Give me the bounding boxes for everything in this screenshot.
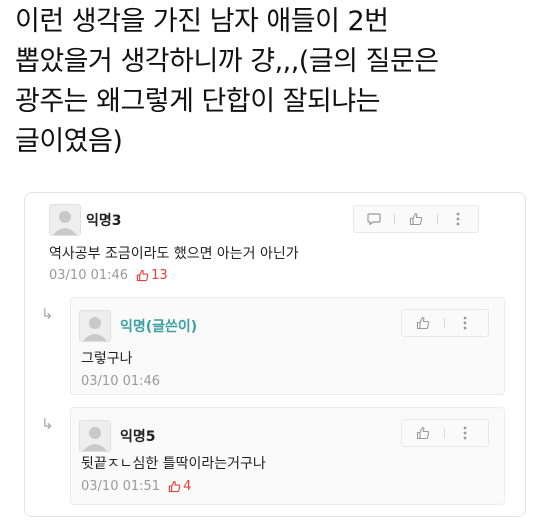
reply-arrow-icon: ↳	[41, 415, 54, 433]
thumbs-up-icon	[416, 426, 430, 440]
thumbs-up-icon	[416, 316, 430, 330]
thumbs-up-icon	[136, 269, 149, 282]
reply-author[interactable]: 익명(글쓴이)	[120, 316, 197, 336]
avatar-icon	[80, 421, 110, 451]
thumbs-up-icon	[168, 480, 181, 493]
comment-card: 익명3 역사공부 조금이라도 했으면 아는거 아닌가 03/10 01:46 1…	[24, 192, 526, 517]
avatar-icon	[50, 205, 80, 235]
reply-time: 03/10 01:51	[81, 479, 161, 494]
more-vertical-icon	[463, 426, 467, 440]
comment-text: 역사공부 조금이라도 했으면 아는거 아닌가	[49, 246, 299, 262]
reply-arrow-icon: ↳	[41, 305, 54, 323]
reply: 익명(글쓴이) 그렇구나 03/10 01:46	[70, 297, 505, 395]
post-line: 글이였음)	[15, 126, 123, 157]
comment-icon	[367, 213, 381, 225]
comment-actions	[353, 205, 479, 233]
like-button[interactable]	[402, 420, 444, 446]
post-line: 뽑았을거 생각하니까 걍,,,(글의 질문은	[15, 46, 439, 77]
like-count: 4	[168, 479, 191, 494]
comment-author[interactable]: 익명3	[86, 210, 122, 230]
reply-text: 뒷끝ㅈㄴ심한 틀딱이라는거구나	[81, 456, 266, 472]
thumbs-up-icon	[409, 212, 423, 226]
more-button[interactable]	[438, 206, 478, 232]
post-text: 이런 생각을 가진 남자 애들이 2번 뽑았을거 생각하니까 걍,,,(글의 질…	[15, 2, 530, 162]
reply-text: 그렇구나	[81, 351, 133, 367]
more-vertical-icon	[456, 212, 460, 226]
like-count: 13	[136, 268, 168, 283]
reply-actions	[401, 419, 489, 447]
avatar	[79, 420, 111, 452]
avatar	[49, 204, 81, 236]
post-line: 이런 생각을 가진 남자 애들이 2번	[15, 6, 389, 37]
reply-meta: 03/10 01:46	[81, 374, 160, 389]
avatar	[79, 310, 111, 342]
like-button[interactable]	[395, 206, 437, 232]
reply-button[interactable]	[354, 206, 394, 232]
like-count-value: 4	[183, 479, 192, 494]
more-vertical-icon	[463, 316, 467, 330]
avatar-icon	[80, 311, 110, 341]
like-button[interactable]	[402, 310, 444, 336]
comment-meta: 03/10 01:46 13	[49, 268, 168, 283]
post-line: 광주는 왜그렇게 단합이 잘되냐는	[15, 86, 381, 117]
more-button[interactable]	[445, 420, 485, 446]
reply-actions	[401, 309, 489, 337]
comment: 익명3 역사공부 조금이라도 했으면 아는거 아닌가 03/10 01:46 1…	[25, 193, 525, 293]
reply-meta: 03/10 01:51 4	[81, 479, 191, 494]
reply-time: 03/10 01:46	[81, 374, 161, 389]
reply-author[interactable]: 익명5	[120, 426, 156, 446]
more-button[interactable]	[445, 310, 485, 336]
reply: 익명5 뒷끝ㅈㄴ심한 틀딱이라는거구나 03/10 01:51 4	[70, 407, 505, 505]
comment-time: 03/10 01:46	[49, 268, 129, 283]
like-count-value: 13	[151, 268, 168, 283]
